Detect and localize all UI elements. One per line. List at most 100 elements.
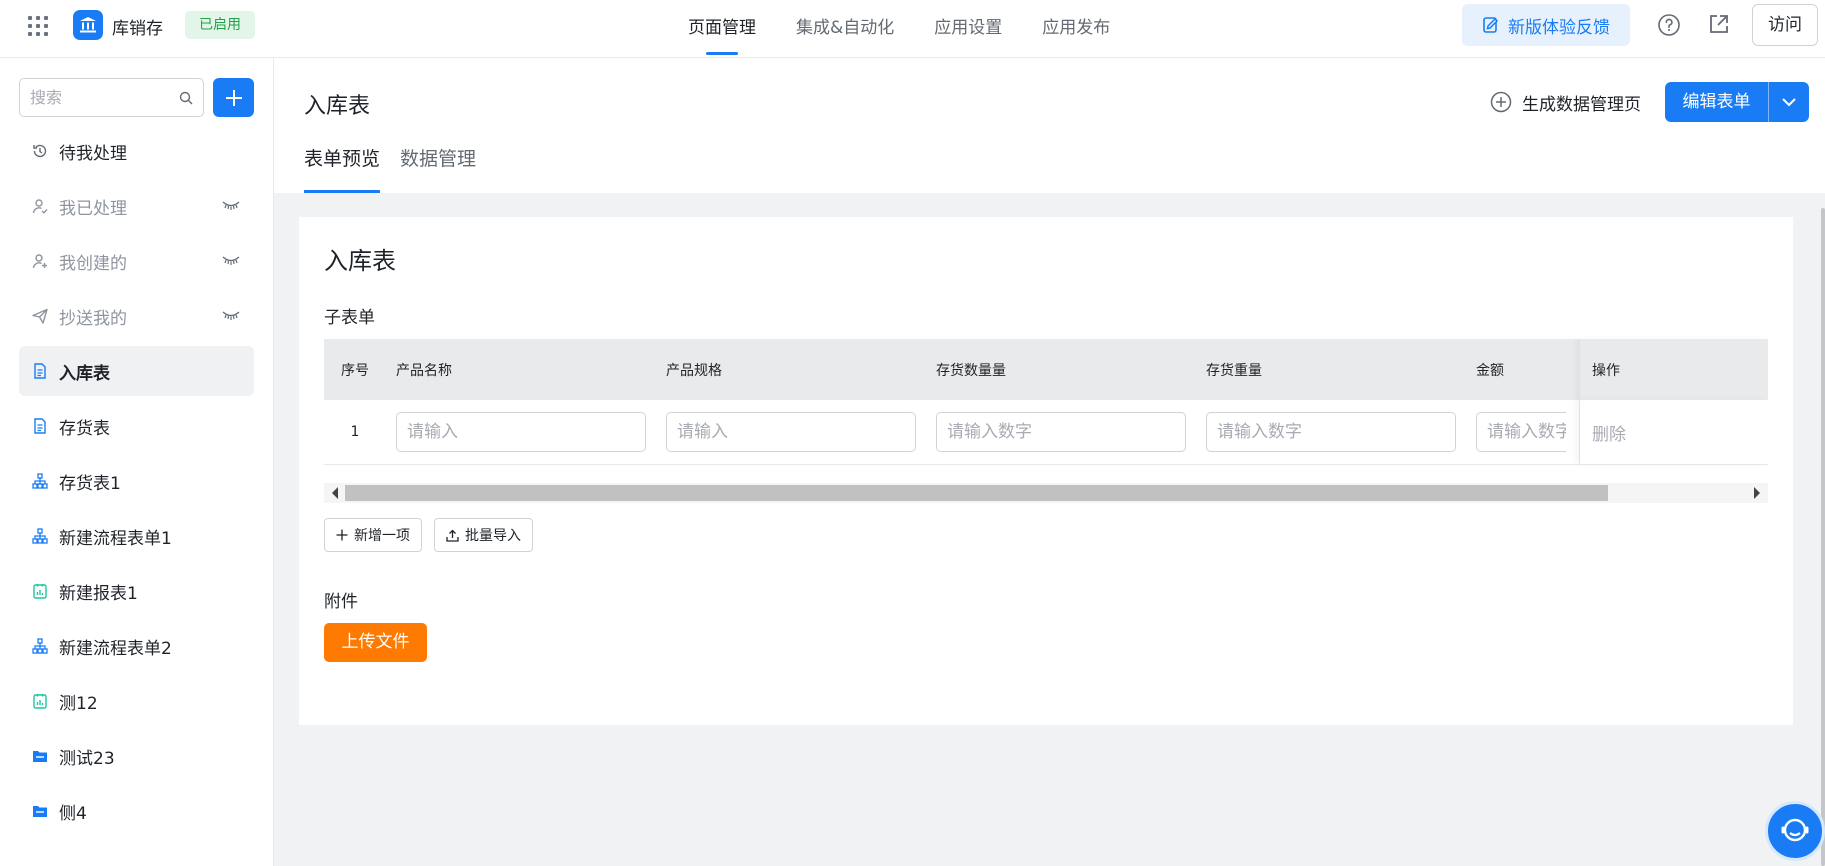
- sidebar-item-label: 待我处理: [59, 143, 127, 164]
- app-logo-icon: [73, 10, 103, 40]
- flow-icon: [31, 473, 48, 490]
- sidebar-item-label: 存货表1: [59, 473, 121, 494]
- help-icon[interactable]: [1657, 13, 1681, 37]
- folder-icon: [31, 803, 48, 820]
- sidebar-item-pending[interactable]: 待我处理: [19, 126, 254, 176]
- tab-data-management[interactable]: 数据管理: [400, 144, 476, 193]
- sidebar-item-label: 测试23: [59, 748, 115, 769]
- scroll-right-arrow-icon[interactable]: [1754, 487, 1760, 499]
- generate-data-page-button[interactable]: 生成数据管理页: [1490, 88, 1641, 116]
- customer-service-button[interactable]: [1765, 801, 1825, 861]
- tab-form-preview[interactable]: 表单预览: [304, 144, 381, 193]
- form-title: 入库表: [324, 247, 396, 275]
- sidebar-item-created[interactable]: 我创建的: [19, 236, 254, 286]
- attachment-label: 附件: [324, 592, 358, 612]
- cell-product-spec: [656, 412, 926, 452]
- sidebar-item-label: 我已处理: [59, 198, 127, 219]
- sidebar-item-inbound-form[interactable]: 入库表: [19, 346, 254, 396]
- page-tabs: 表单预览 数据管理: [304, 144, 476, 193]
- product-name-input[interactable]: [396, 412, 646, 452]
- edit-form-button[interactable]: 编辑表单: [1665, 82, 1769, 122]
- upload-file-button[interactable]: 上传文件: [324, 623, 427, 662]
- column-header-product-spec: 产品规格: [666, 362, 722, 379]
- batch-import-label: 批量导入: [465, 528, 521, 544]
- plus-icon: [225, 89, 242, 106]
- sidebar-item-label: 我创建的: [59, 253, 127, 274]
- subform-actions: 新增一项 批量导入: [324, 518, 533, 552]
- sidebar-item-processed[interactable]: 我已处理: [19, 181, 254, 231]
- column-header-product-name: 产品名称: [396, 362, 452, 379]
- flow-icon: [31, 638, 48, 655]
- sidebar-item-inventory-form[interactable]: 存货表: [19, 401, 254, 451]
- user-add-icon: [31, 253, 48, 270]
- generate-data-page-label: 生成数据管理页: [1522, 94, 1641, 115]
- add-item-button[interactable]: 新增一项: [324, 518, 422, 552]
- page-title: 入库表: [304, 94, 371, 119]
- sidebar-item-new-report-1[interactable]: 新建报表1: [19, 566, 254, 616]
- plus-icon: [336, 529, 348, 541]
- eye-closed-icon: [222, 311, 240, 320]
- sidebar-item-label: 测12: [59, 693, 98, 714]
- edit-form-button-group: 编辑表单: [1665, 82, 1809, 122]
- batch-import-button[interactable]: 批量导入: [434, 518, 533, 552]
- user-check-icon: [31, 198, 48, 215]
- add-page-button[interactable]: [213, 78, 254, 117]
- sidebar-item-label: 新建流程表单2: [59, 638, 172, 659]
- cell-stock-weight: [1196, 412, 1466, 452]
- search-input[interactable]: [20, 79, 170, 116]
- chevron-down-icon: [1782, 98, 1796, 107]
- cell-actions: 删除: [1579, 400, 1768, 464]
- nav-integration-automation[interactable]: 集成&自动化: [796, 0, 894, 58]
- apps-grid-icon[interactable]: [28, 16, 48, 36]
- sidebar-item-label: 侧4: [59, 803, 87, 824]
- amount-input[interactable]: [1476, 412, 1566, 452]
- stock-quantity-input[interactable]: [936, 412, 1186, 452]
- scrollbar-thumb[interactable]: [345, 485, 1608, 501]
- column-header-amount: 金额: [1476, 362, 1504, 379]
- column-header-index: 序号: [341, 362, 369, 379]
- stock-weight-input[interactable]: [1206, 412, 1456, 452]
- nav-app-settings[interactable]: 应用设置: [934, 0, 1002, 58]
- sidebar: 待我处理 我已处理 我创建的 抄送我的 入库表 存货表 存货表1: [0, 58, 274, 866]
- sidebar-item-inventory-form-1[interactable]: 存货表1: [19, 456, 254, 506]
- scroll-left-arrow-icon[interactable]: [332, 487, 338, 499]
- sidebar-item-cc[interactable]: 抄送我的: [19, 291, 254, 341]
- visit-button[interactable]: 访问: [1752, 4, 1818, 46]
- sidebar-item-label: 新建流程表单1: [59, 528, 172, 549]
- delete-row-button[interactable]: 删除: [1592, 420, 1626, 445]
- row-index: 1: [350, 424, 360, 440]
- folder-icon: [31, 748, 48, 765]
- column-header-stock-quantity: 存货数量量: [936, 362, 1006, 379]
- product-spec-input[interactable]: [666, 412, 916, 452]
- page-scrollbar[interactable]: [1821, 208, 1825, 866]
- column-header-stock-weight: 存货重量: [1206, 362, 1262, 379]
- eye-closed-icon: [222, 256, 240, 265]
- subform-table: 序号 产品名称 产品规格 存货数量量 存货重量 金额 操作 1 删除: [324, 339, 1768, 503]
- sidebar-item-new-flow-form-1[interactable]: 新建流程表单1: [19, 511, 254, 561]
- send-icon: [31, 308, 48, 325]
- sidebar-item-new-flow-form-2[interactable]: 新建流程表单2: [19, 621, 254, 671]
- edit-note-icon: [1483, 17, 1499, 33]
- upload-icon: [446, 529, 459, 542]
- form-preview-card: 入库表 子表单 序号 产品名称 产品规格 存货数量量 存货重量 金额 操作 1 …: [299, 217, 1793, 725]
- form-doc-icon: [31, 418, 48, 435]
- edit-form-dropdown[interactable]: [1769, 82, 1809, 122]
- feedback-button[interactable]: 新版体验反馈: [1462, 4, 1630, 46]
- report-icon: [31, 583, 48, 600]
- nav-page-management[interactable]: 页面管理: [688, 0, 756, 58]
- main-header: 入库表 生成数据管理页 编辑表单 表单预览 数据管理: [274, 58, 1825, 193]
- search-icon[interactable]: [179, 91, 193, 105]
- cell-amount: [1466, 412, 1566, 452]
- sidebar-item-label: 新建报表1: [59, 583, 138, 604]
- sidebar-search: [19, 78, 204, 117]
- cell-product-name: [386, 412, 656, 452]
- nav-app-publish[interactable]: 应用发布: [1042, 0, 1110, 58]
- sidebar-item-label: 抄送我的: [59, 308, 127, 329]
- sidebar-item-test-12[interactable]: 测12: [19, 676, 254, 726]
- table-horizontal-scrollbar[interactable]: [324, 483, 1768, 503]
- sidebar-item-side-4[interactable]: 侧4: [19, 786, 254, 836]
- sidebar-item-test-23[interactable]: 测试23: [19, 731, 254, 781]
- flow-icon: [31, 528, 48, 545]
- external-link-icon[interactable]: [1707, 12, 1731, 36]
- form-doc-icon: [31, 363, 48, 380]
